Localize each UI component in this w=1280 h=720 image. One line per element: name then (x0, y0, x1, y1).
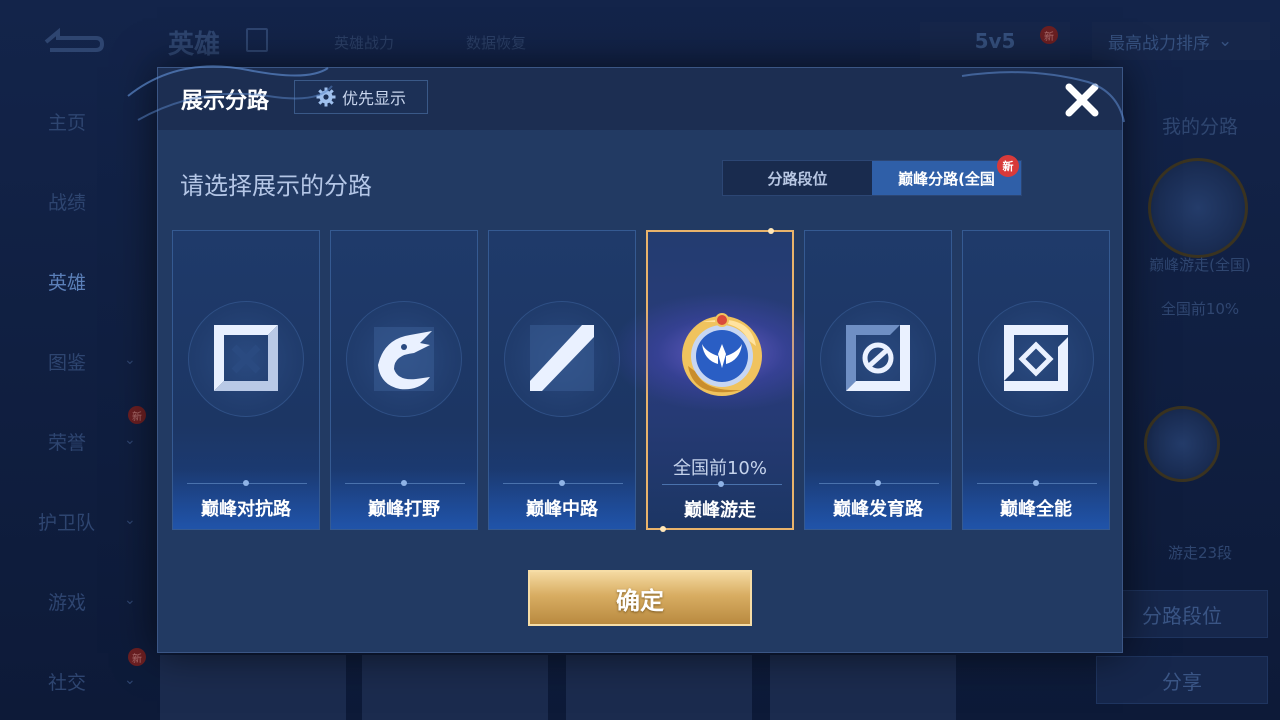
chevron-down-icon: ⌄ (124, 432, 136, 448)
chevron-down-icon: ⌄ (124, 352, 136, 368)
new-badge: 新 (1040, 26, 1058, 44)
sidebar-item-hero[interactable]: 英雄 (48, 268, 86, 295)
lane-card-all-round[interactable]: 巅峰全能 (962, 230, 1110, 530)
dialog-title: 展示分路 (181, 89, 270, 114)
hero-card[interactable] (160, 655, 346, 720)
close-button[interactable] (1060, 78, 1104, 122)
page-title: 英雄 (168, 30, 221, 60)
divider-dot (875, 480, 881, 486)
select-lane-prompt: 请选择展示的分路 (180, 172, 372, 200)
sidebar: 主页 战绩 英雄 图鉴 ⌄ 荣誉 ⌄ 新 护卫队 ⌄ 游戏 ⌄ 社交 ⌄ 新 (0, 80, 150, 720)
divider-dot (243, 480, 249, 486)
rank-emblem-icon (1144, 406, 1220, 482)
sort-label: 最高战力排序 (1108, 33, 1210, 54)
divider-dot (401, 480, 407, 486)
lane-card-support[interactable]: 全国前10% 巅峰游走 (608, 228, 836, 532)
new-badge: 新 (997, 155, 1019, 177)
back-arrow-icon[interactable] (40, 24, 104, 54)
sidebar-item-honor[interactable]: 荣誉 (48, 428, 86, 455)
sidebar-item-record[interactable]: 战绩 (48, 188, 86, 215)
divider-dot (1033, 480, 1039, 486)
my-lane-level: 游走23段 (1167, 544, 1233, 562)
sort-dropdown[interactable]: 最高战力排序 ⌄ (1092, 22, 1270, 60)
my-lane-title: 我的分路 (1161, 116, 1238, 138)
new-badge: 新 (128, 406, 146, 424)
sidebar-item-encyclopedia[interactable]: 图鉴 (48, 348, 86, 375)
corner-dot (660, 526, 666, 532)
lane-label: 巅峰游走 (684, 500, 756, 521)
new-badge: 新 (128, 648, 146, 666)
lane-type-switch: 分路段位 巅峰分路(全国 新 (722, 155, 1022, 196)
tab-lane-rank[interactable]: 分路段位 (723, 161, 872, 195)
tab-data-restore[interactable]: 数据恢复 (466, 32, 526, 53)
hero-card[interactable] (362, 655, 548, 720)
dragon-icon (346, 301, 462, 417)
lane-label: 巅峰对抗路 (201, 499, 291, 520)
confirm-button[interactable]: 确定 (528, 570, 752, 626)
document-icon[interactable] (246, 28, 268, 52)
lane-label: 巅峰全能 (1000, 499, 1072, 520)
lane-emblem-icon (1148, 158, 1248, 258)
divider-dot (559, 480, 565, 486)
gear-icon (316, 87, 336, 107)
corner-dot (768, 228, 774, 234)
tab-hero-power[interactable]: 英雄战力 (334, 32, 394, 53)
chevron-down-icon: ⌄ (1218, 31, 1233, 51)
lane-label: 巅峰打野 (368, 499, 440, 520)
hero-card[interactable] (770, 655, 956, 720)
lane-label: 巅峰发育路 (833, 499, 923, 520)
divider-dot (718, 481, 724, 487)
lane-card-bottom[interactable]: 巅峰发育路 (804, 230, 952, 530)
all-round-icon (978, 301, 1094, 417)
marksman-lane-icon (820, 301, 936, 417)
sidebar-item-social[interactable]: 社交 (48, 668, 86, 695)
lane-rank: 全国前10% (672, 458, 767, 479)
dialog-header: 展示分路 优先显示 (158, 68, 1122, 130)
share-button[interactable]: 分享 (1096, 656, 1268, 704)
support-emblem-icon (682, 313, 762, 396)
chevron-down-icon: ⌄ (124, 512, 136, 528)
priority-display-label: 优先显示 (341, 89, 406, 108)
sidebar-item-game[interactable]: 游戏 (48, 588, 86, 615)
my-lane-name: 巅峰游走(全国) (1149, 256, 1251, 274)
lane-label: 巅峰中路 (526, 499, 598, 520)
lane-card-top[interactable]: 巅峰对抗路 (172, 230, 320, 530)
chevron-down-icon: ⌄ (124, 672, 136, 688)
hero-card[interactable] (566, 655, 752, 720)
sidebar-item-home[interactable]: 主页 (48, 108, 86, 135)
lane-display-dialog: 展示分路 优先显示 请选择展示的分路 分路段位 巅峰分路(全国 新 巅峰对抗路 … (127, 65, 1125, 653)
tab-peak-lane-national[interactable]: 巅峰分路(全国 新 (872, 155, 1021, 195)
lane-card-jungle[interactable]: 巅峰打野 (330, 230, 478, 530)
mid-lane-icon (504, 301, 620, 417)
priority-display-button[interactable]: 优先显示 (294, 80, 428, 114)
lane-list: 巅峰对抗路 巅峰打野 巅峰中路 全国前10% 巅峰游走 巅峰发育路 巅峰全能 (172, 228, 1112, 532)
tab-peak-lane-label: 巅峰分路(全国 (898, 169, 995, 188)
close-icon (1065, 83, 1099, 117)
chevron-down-icon: ⌄ (124, 592, 136, 608)
my-lane-rank: 全国前10% (1160, 300, 1240, 318)
sidebar-item-guard[interactable]: 护卫队 (38, 508, 95, 535)
sword-clash-icon (188, 301, 304, 417)
